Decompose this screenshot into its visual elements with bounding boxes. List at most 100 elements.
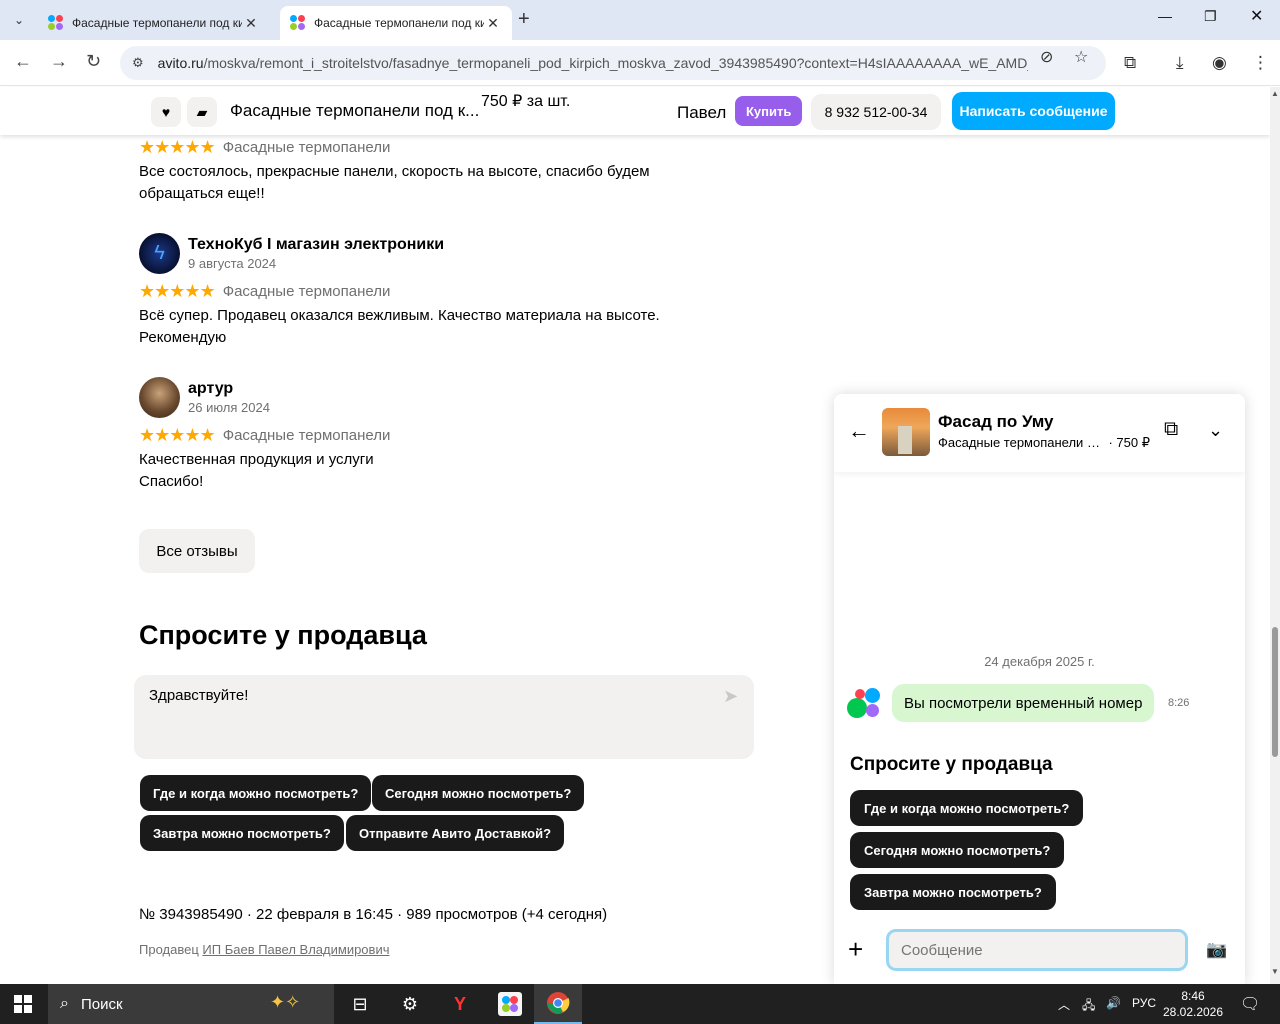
- language-indicator[interactable]: РУС: [1132, 996, 1156, 1010]
- buy-button[interactable]: Купить: [735, 96, 803, 126]
- browser-tab-active[interactable]: Фасадные термопанели под кирпич ✕: [280, 6, 512, 40]
- address-bar[interactable]: ⚙ avito.ru/moskva/remont_i_stroitelstvo/…: [120, 46, 1106, 80]
- review-text: Всё супер. Продавец оказался вежливым. К…: [139, 307, 660, 346]
- write-message-button[interactable]: Написать сообщение: [952, 92, 1115, 130]
- back-icon[interactable]: ←: [14, 51, 32, 72]
- open-external-icon[interactable]: ⧉: [1164, 418, 1178, 441]
- chat-seller-name[interactable]: Фасад по Уму: [938, 412, 1054, 432]
- menu-dots-icon[interactable]: ⋮: [1252, 53, 1269, 73]
- note-icon[interactable]: ▰: [187, 97, 217, 127]
- product-price: 750 ₽ за шт.: [481, 93, 571, 110]
- taskbar-search[interactable]: ⌕ Поиск ✦✧: [48, 984, 334, 1024]
- forward-icon[interactable]: →: [50, 51, 68, 72]
- camera-icon[interactable]: 📷: [1206, 940, 1227, 960]
- task-view-icon[interactable]: ⊟: [336, 984, 384, 1024]
- close-window-icon[interactable]: ✕: [1250, 6, 1263, 26]
- scroll-down-icon[interactable]: ▼: [1271, 967, 1279, 976]
- tab-search-button[interactable]: ⌄: [6, 7, 32, 33]
- restore-icon[interactable]: ❐: [1204, 8, 1217, 25]
- rating-stars-icon: ★★★★★: [139, 425, 216, 445]
- phone-button[interactable]: 8 932 512-00-34: [811, 94, 941, 130]
- quick-question-chip[interactable]: Где и когда можно посмотреть?: [140, 775, 372, 811]
- windows-taskbar: ⌕ Поиск ✦✧ ⊟ ⚙ Y ︿ 🖧 🔊 РУС 8:46 28.02.20…: [0, 984, 1280, 1024]
- quick-question-chip[interactable]: Завтра можно посмотреть?: [140, 815, 344, 851]
- chat-message-input[interactable]: [886, 929, 1188, 971]
- review-author: артур 26 июля 2024: [139, 377, 270, 418]
- close-tab-icon[interactable]: ✕: [242, 15, 260, 32]
- profile-icon[interactable]: ◉: [1212, 53, 1227, 73]
- network-icon[interactable]: 🖧: [1082, 996, 1095, 1017]
- site-info-icon[interactable]: ⚙: [132, 55, 144, 71]
- seller-name[interactable]: Павел: [677, 103, 726, 123]
- quick-question-chip[interactable]: Сегодня можно посмотреть?: [372, 775, 585, 811]
- clock[interactable]: 8:46 28.02.2026: [1160, 988, 1226, 1020]
- chrome-icon[interactable]: [534, 984, 582, 1024]
- notifications-icon[interactable]: 🗨: [1240, 994, 1260, 1014]
- ask-seller-heading: Спросите у продавца: [139, 620, 427, 650]
- scroll-up-icon[interactable]: ▲: [1271, 89, 1279, 98]
- product-title: Фасадные термопанели под к...: [230, 101, 480, 120]
- rating-stars-icon: ★★★★★: [139, 281, 216, 301]
- chat-widget: ← Фасад по Уму Фасадные термопанели под …: [834, 394, 1245, 984]
- review-date: 26 июля 2024: [188, 400, 270, 415]
- reviewer-name[interactable]: артур: [188, 380, 270, 398]
- review-category: Фасадные термопанели: [222, 283, 391, 300]
- avatar[interactable]: [139, 377, 180, 418]
- favorite-heart-icon[interactable]: ♥: [151, 97, 181, 127]
- avatar[interactable]: ϟ: [139, 233, 180, 274]
- chevron-down-icon[interactable]: ⌄: [1208, 420, 1223, 441]
- sticky-product-header: ♥ ▰ Фасадные термопанели под к... 750 ₽ …: [0, 87, 1270, 135]
- send-icon[interactable]: ➤: [723, 686, 738, 707]
- review-rating: ★★★★★ Фасадные термопанели: [139, 425, 390, 446]
- seller-legal-info: Продавец ИП Баев Павел Владимирович: [139, 942, 390, 957]
- reviewer-name[interactable]: ТехноКуб I магазин электроники: [188, 236, 444, 254]
- attach-plus-icon[interactable]: +: [848, 934, 863, 965]
- chat-date-separator: 24 декабря 2025 г.: [984, 654, 1095, 669]
- new-tab-icon[interactable]: +: [518, 8, 530, 31]
- review-text: Качественная продукция и услуги Спасибо!: [139, 451, 374, 490]
- review-text: Все состоялось, прекрасные панели, скоро…: [139, 163, 650, 202]
- back-arrow-icon[interactable]: ←: [848, 418, 870, 444]
- close-tab-icon[interactable]: ✕: [484, 15, 502, 32]
- copilot-sparkle-icon[interactable]: ✦✧: [270, 992, 300, 1013]
- reload-icon[interactable]: ↻: [86, 51, 101, 72]
- system-message: Вы посмотрели временный номер: [892, 684, 1155, 722]
- url-text[interactable]: avito.ru/moskva/remont_i_stroitelstvo/fa…: [158, 55, 1028, 71]
- chat-header: ← Фасад по Уму Фасадные термопанели под …: [834, 394, 1245, 472]
- browser-tab-strip: ⌄ Фасадные термопанели под кирпич ✕ Фаса…: [0, 0, 1280, 40]
- bookmark-star-icon[interactable]: ☆: [1074, 47, 1088, 67]
- ask-seller-input[interactable]: Здравствуйте!: [134, 675, 754, 759]
- page-scrollbar[interactable]: ▲ ▼: [1270, 87, 1280, 984]
- chat-quick-question-chip[interactable]: Где и когда можно посмотреть?: [850, 790, 1084, 826]
- tab-title: Фасадные термопанели под кирпич: [314, 16, 484, 30]
- chat-item-thumbnail[interactable]: [882, 408, 930, 456]
- search-label: Поиск: [80, 995, 123, 1013]
- quick-question-chip[interactable]: Отправите Авито Доставкой?: [346, 815, 565, 851]
- message-time: 8:26: [1168, 697, 1190, 709]
- seller-legal-link[interactable]: ИП Баев Павел Владимирович: [202, 942, 389, 957]
- volume-icon[interactable]: 🔊: [1106, 996, 1121, 1010]
- rating-stars-icon: ★★★★★: [139, 137, 216, 157]
- chat-quick-question-chip[interactable]: Сегодня можно посмотреть?: [850, 832, 1065, 868]
- review-author: ϟ ТехноКуб I магазин электроники 9 авгус…: [139, 233, 444, 274]
- tab-title: Фасадные термопанели под кирпич: [72, 16, 242, 30]
- settings-gear-icon[interactable]: ⚙: [386, 984, 434, 1024]
- yandex-browser-icon[interactable]: Y: [436, 984, 484, 1024]
- browser-toolbar: ← → ↻ ⚙ avito.ru/moskva/remont_i_stroite…: [0, 40, 1280, 86]
- extensions-icon[interactable]: ⧉: [1124, 53, 1136, 73]
- avito-logo-icon: [847, 688, 881, 718]
- scrollbar-thumb[interactable]: [1272, 627, 1278, 757]
- all-reviews-button[interactable]: Все отзывы: [139, 529, 255, 573]
- windows-start-icon[interactable]: [14, 995, 32, 1013]
- avito-app-icon[interactable]: [486, 984, 534, 1024]
- avito-favicon-icon: [290, 15, 306, 31]
- review-rating: ★★★★★ Фасадные термопанели: [139, 281, 390, 302]
- chevron-up-icon[interactable]: ︿: [1058, 996, 1070, 1013]
- avito-favicon-icon: [48, 15, 64, 31]
- eye-off-icon[interactable]: ⊘: [1040, 47, 1053, 67]
- download-icon[interactable]: ⤓: [1176, 53, 1184, 73]
- browser-tab[interactable]: Фасадные термопанели под кирпич ✕: [38, 6, 270, 40]
- minimize-icon[interactable]: —: [1158, 8, 1172, 24]
- chat-quick-question-chip[interactable]: Завтра можно посмотреть?: [850, 874, 1056, 910]
- review-rating: ★★★★★ Фасадные термопанели: [139, 137, 390, 158]
